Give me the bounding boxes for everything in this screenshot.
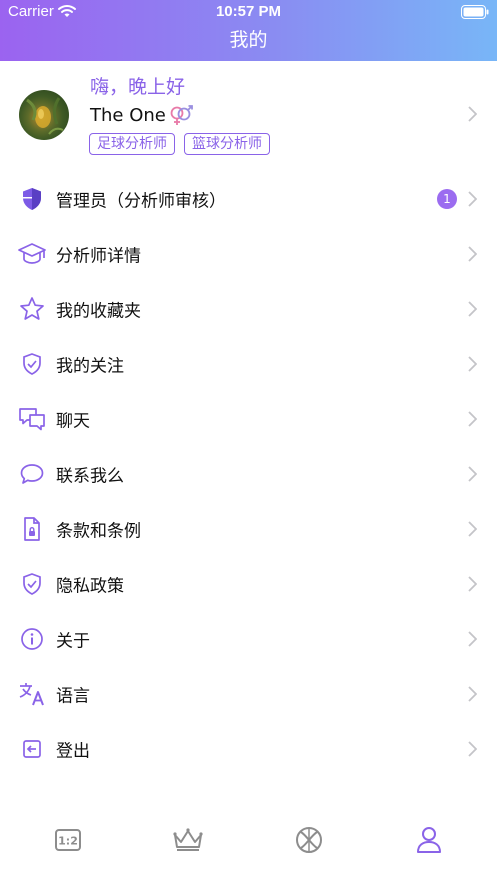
- chevron-right-icon: [468, 740, 477, 757]
- tab-bar: 1:2: [0, 807, 497, 883]
- menu-item-following[interactable]: 我的关注: [0, 336, 497, 391]
- globe-icon: [296, 827, 322, 853]
- shield-check-icon: [17, 349, 47, 379]
- battery-icon: [461, 5, 489, 19]
- chat-bubbles-icon: [17, 404, 47, 434]
- chevron-right-icon: [468, 355, 477, 372]
- tag-football-analyst: 足球分析师: [89, 133, 175, 155]
- chevron-right-icon: [468, 465, 477, 482]
- avatar-image: [26, 97, 64, 135]
- avatar[interactable]: [19, 90, 69, 140]
- menu-item-privacy[interactable]: 隐私政策: [0, 556, 497, 611]
- document-lock-icon: [17, 514, 47, 544]
- menu-item-analyst-details[interactable]: 分析师详情: [0, 226, 497, 281]
- graduation-cap-icon: [17, 239, 47, 269]
- menu-label-privacy: 隐私政策: [56, 576, 124, 596]
- menu-item-contact-us[interactable]: 联系我么: [0, 446, 497, 501]
- speech-bubble-icon: [17, 459, 47, 489]
- tab-explore[interactable]: [289, 823, 329, 857]
- menu-item-chat[interactable]: 聊天: [0, 391, 497, 446]
- menu-label-logout: 登出: [56, 741, 90, 761]
- score-icon: 1:2: [55, 829, 81, 851]
- svg-text:1:2: 1:2: [58, 835, 78, 848]
- chevron-right-icon: [468, 106, 477, 122]
- tab-ranking[interactable]: [168, 823, 208, 857]
- gender-icon: [170, 105, 193, 125]
- menu-item-about[interactable]: 关于: [0, 611, 497, 666]
- menu-item-terms[interactable]: 条款和条例: [0, 501, 497, 556]
- star-icon: [17, 294, 47, 324]
- chevron-right-icon: [468, 245, 477, 262]
- menu-label-chat: 聊天: [56, 411, 90, 431]
- status-time: 10:57 PM: [215, 3, 282, 20]
- profile-icon: [417, 827, 441, 853]
- chevron-right-icon: [468, 685, 477, 702]
- menu-item-favorites[interactable]: 我的收藏夹: [0, 281, 497, 336]
- greeting-text: 嗨，晚上好: [90, 76, 186, 98]
- status-bar: Carrier 10:57 PM: [0, 0, 497, 24]
- privacy-shield-icon: [17, 569, 47, 599]
- menu-item-language[interactable]: 语言: [0, 666, 497, 721]
- translate-icon: [17, 679, 47, 709]
- header: Carrier 10:57 PM 我的: [0, 0, 497, 61]
- menu-label-language: 语言: [56, 686, 90, 706]
- tab-profile[interactable]: [409, 823, 449, 857]
- menu-label-analyst-details: 分析师详情: [56, 246, 141, 266]
- chevron-right-icon: [468, 300, 477, 317]
- settings-menu: 管理员（分析师审核） 1 分析师详情 我的收藏夹 我的关注 聊天 联系我么 条款…: [0, 171, 497, 776]
- username: The One: [90, 105, 166, 126]
- tab-score[interactable]: 1:2: [48, 823, 88, 857]
- info-icon: [17, 624, 47, 654]
- shield-icon: [17, 184, 47, 214]
- logout-icon: [17, 734, 47, 764]
- menu-label-admin-review: 管理员（分析师审核）: [56, 191, 226, 211]
- chevron-right-icon: [468, 575, 477, 592]
- menu-label-favorites: 我的收藏夹: [56, 301, 141, 321]
- menu-label-following: 我的关注: [56, 356, 124, 376]
- menu-label-contact-us: 联系我么: [56, 466, 124, 486]
- chevron-right-icon: [468, 190, 477, 207]
- menu-item-admin-review[interactable]: 管理员（分析师审核） 1: [0, 171, 497, 226]
- analyst-tags: 足球分析师 篮球分析师: [89, 133, 270, 155]
- notification-badge: 1: [437, 188, 457, 209]
- chevron-right-icon: [468, 630, 477, 647]
- menu-label-about: 关于: [56, 631, 90, 651]
- crown-icon: [173, 828, 203, 851]
- tag-basketball-analyst: 篮球分析师: [184, 133, 270, 155]
- page-title: 我的: [229, 29, 268, 51]
- profile-card[interactable]: 嗨，晚上好 The One 足球分析师 篮球分析师: [0, 61, 497, 170]
- chevron-right-icon: [468, 410, 477, 427]
- menu-item-logout[interactable]: 登出: [0, 721, 497, 776]
- menu-label-terms: 条款和条例: [56, 521, 141, 541]
- chevron-right-icon: [468, 520, 477, 537]
